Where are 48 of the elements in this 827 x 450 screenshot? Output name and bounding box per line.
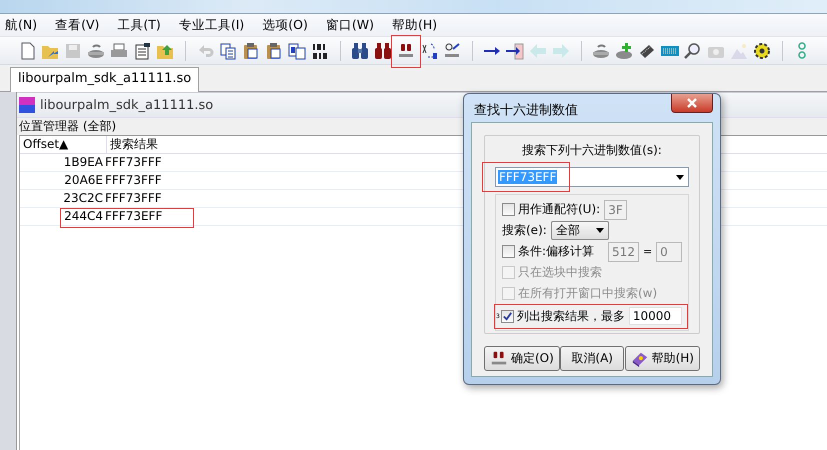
table-cell-text: FFF73FFF — [104, 172, 163, 189]
checkbox-label: 列出搜索结果，最多 — [516, 308, 625, 324]
table-cell-text: FFF73FFF — [104, 190, 163, 207]
column-header[interactable]: Offset▲ — [20, 136, 107, 153]
hex-logo-icon — [19, 97, 35, 113]
dialog-title: 查找十六进制数值 — [474, 102, 578, 119]
close-icon — [686, 98, 698, 108]
checkbox[interactable] — [500, 310, 514, 322]
table-cell-text: FFF73EFF — [104, 208, 164, 225]
column-header[interactable]: 搜索结果 — [107, 136, 310, 153]
file-tab[interactable]: libourpalm_sdk_a11111.so — [10, 67, 200, 92]
menu-item[interactable]: 工具(T) — [108, 16, 170, 34]
close-button[interactable] — [671, 94, 713, 113]
checkbox[interactable] — [502, 245, 515, 258]
menu-item[interactable]: 查看(V) — [46, 16, 108, 34]
result-field[interactable]: 0 — [656, 242, 682, 262]
table-cell-text: 23C2C — [62, 190, 103, 207]
pages-icon[interactable] — [287, 40, 307, 60]
ok-button[interactable]: 确定(O) — [484, 346, 560, 371]
menu-item[interactable]: 航(N) — [0, 16, 46, 34]
cancel-button[interactable]: 取消(A) — [560, 346, 624, 371]
checkbox[interactable] — [502, 203, 515, 216]
field-label: 搜索下列十六进制数值(s): — [521, 142, 663, 159]
scope-dropdown[interactable]: 全部 — [550, 221, 609, 240]
checkbox-label: 用作通配符(U): — [518, 201, 600, 218]
wildcard-field[interactable]: 3F — [604, 200, 627, 220]
max-results-field[interactable]: 10000 — [628, 307, 682, 325]
field-label: 搜索(e): — [502, 222, 547, 239]
checkbox-label: 条件:偏移计算 — [518, 243, 594, 260]
table-cell-text: 244C4 — [63, 208, 103, 225]
menu-item[interactable]: 专业工具(I) — [170, 16, 254, 34]
equals-sign: = — [642, 245, 652, 258]
copy-icon[interactable] — [218, 40, 238, 60]
table-cell-text: 20A6E — [63, 172, 103, 189]
menu-item[interactable]: 窗口(W) — [316, 16, 383, 34]
dropdown-arrow-icon — [676, 174, 684, 180]
checkbox-label: 只在选块中搜索 — [518, 264, 602, 281]
menu-item[interactable]: 选项(O) — [253, 16, 317, 34]
menu-item[interactable]: 帮助(H) — [382, 16, 446, 34]
gear-icon[interactable] — [752, 40, 772, 60]
dropdown-arrow-icon — [596, 228, 604, 233]
help-button[interactable]: 帮助(H) — [624, 346, 700, 371]
table-cell-text: FFF73FFF — [104, 154, 163, 171]
table-cell-text: 1B9EA — [62, 154, 103, 171]
window-title: libourpalm_sdk_a11111.so — [40, 98, 214, 112]
checkbox-label: 在所有打开窗口中搜索(w) — [518, 285, 658, 302]
offset-field[interactable]: 512 — [608, 242, 639, 262]
arrow-page-icon[interactable] — [505, 40, 525, 60]
